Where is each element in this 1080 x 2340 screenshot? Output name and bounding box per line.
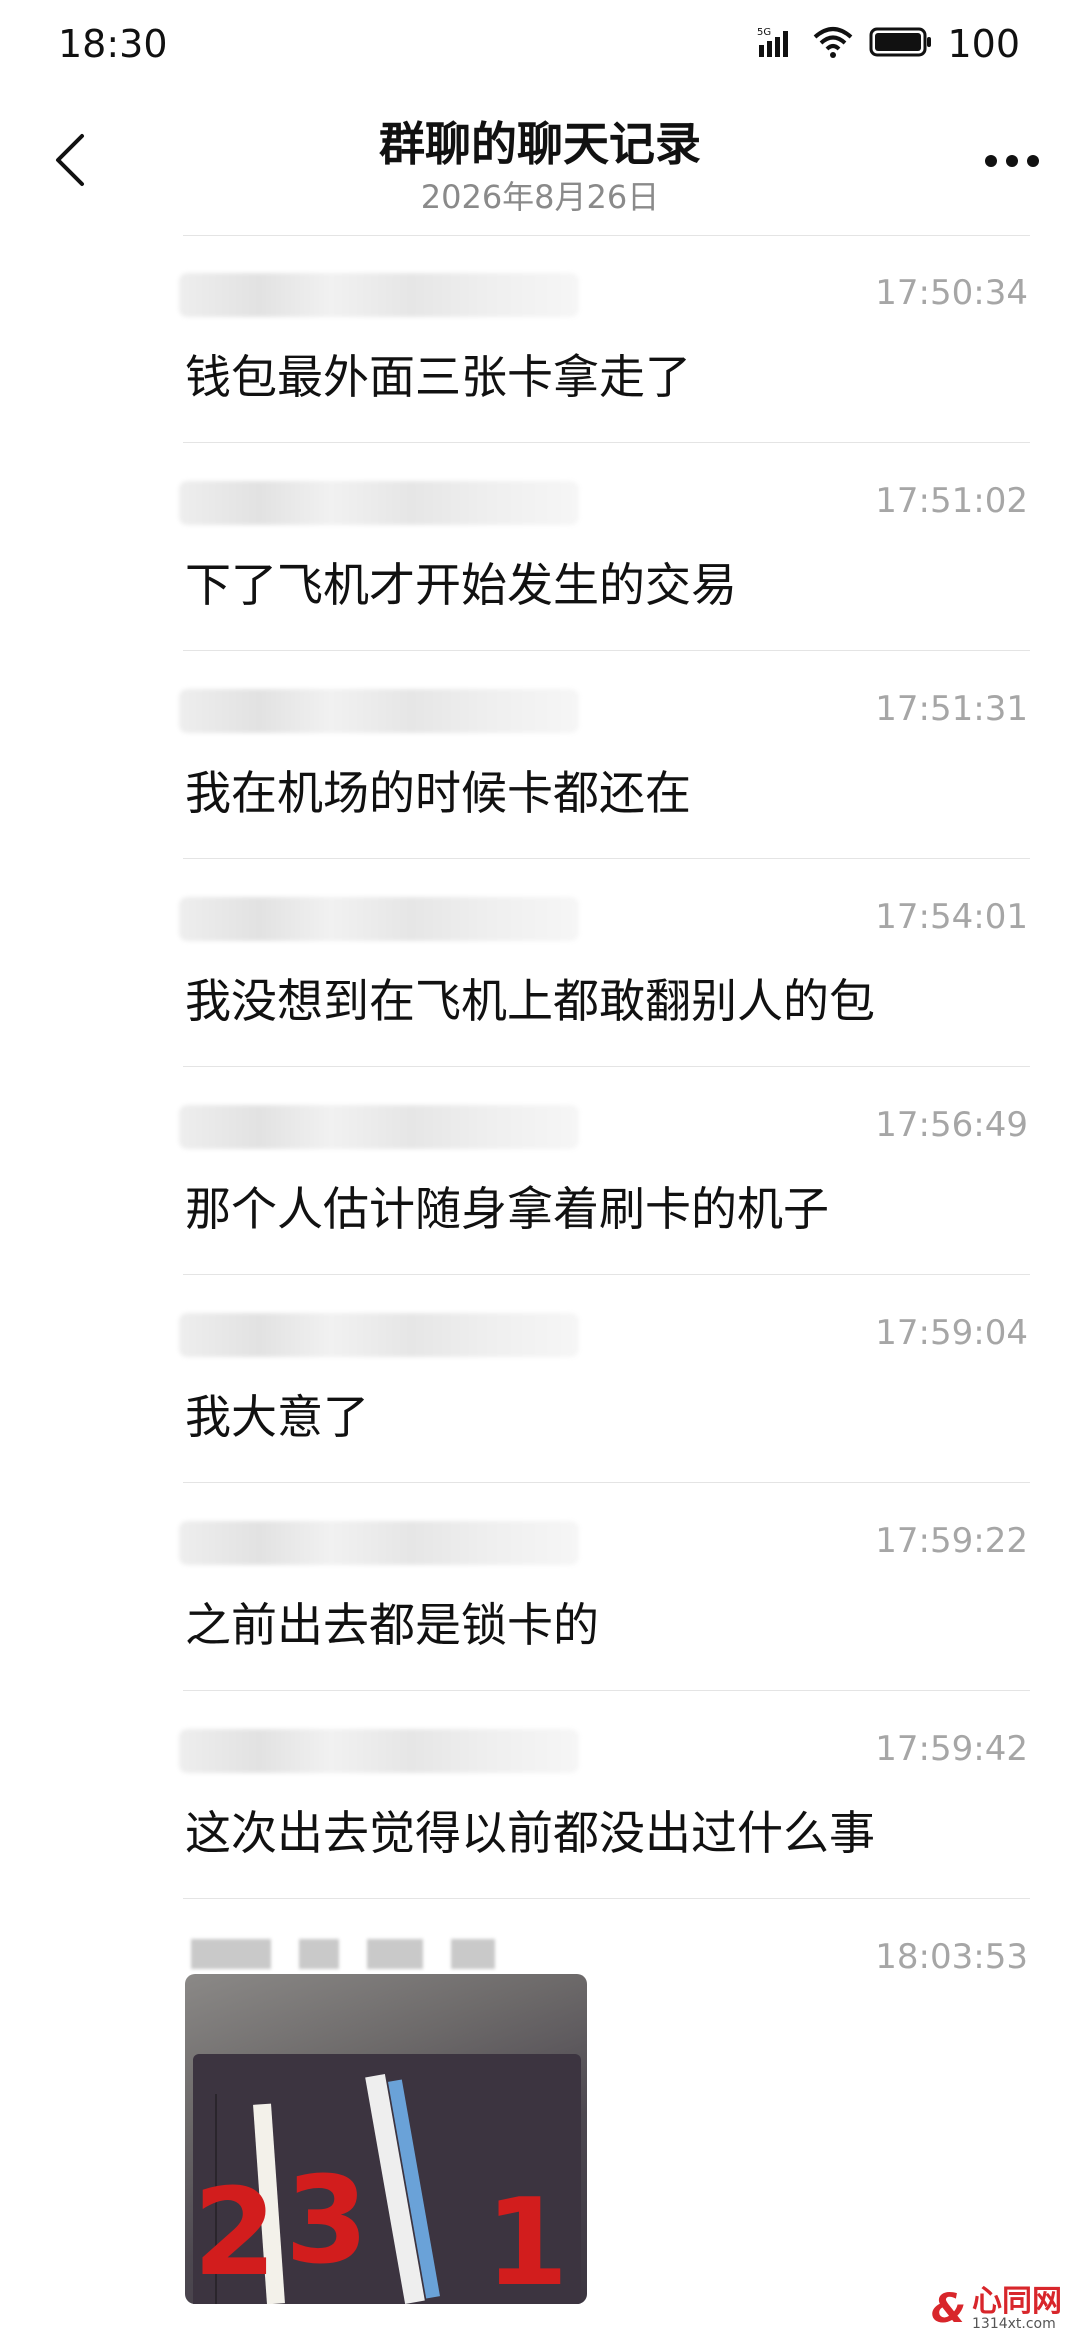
photo-label: 2 <box>193 2164 277 2303</box>
message-text: 这次出去觉得以前都没出过什么事 <box>185 1806 875 1860</box>
watermark-url: 1314xt.com <box>972 2316 1056 2332</box>
battery-icon <box>869 25 933 63</box>
message-item[interactable]: 17:56:49 那个人估计随身拿着刷卡的机子 <box>179 1067 1030 1275</box>
sender-name-blurred <box>179 689 579 733</box>
message-time: 17:51:02 <box>875 481 1028 521</box>
message-time: 17:54:01 <box>875 897 1028 937</box>
nav-bar: 群聊的聊天记录 2026年8月26日 <box>0 90 1080 235</box>
message-text: 下了飞机才开始发生的交易 <box>185 558 737 612</box>
signal-5g-icon: 5G <box>757 25 797 63</box>
watermark-logo: & <box>931 2286 966 2332</box>
more-dots-icon <box>985 155 1039 167</box>
message-text: 那个人估计随身拿着刷卡的机子 <box>185 1182 829 1236</box>
message-item[interactable]: 17:59:04 我大意了 <box>179 1275 1030 1483</box>
sender-name-blurred <box>179 1729 579 1773</box>
more-button[interactable] <box>972 126 1052 196</box>
message-time: 17:59:42 <box>875 1729 1028 1769</box>
status-icons: 5G 100 <box>757 22 1020 66</box>
sender-name-blurred <box>179 1521 579 1565</box>
wallet-photo[interactable]: 2 3 1 <box>185 1974 587 2304</box>
message-text: 钱包最外面三张卡拿走了 <box>185 350 691 404</box>
sender-name-blurred <box>179 1313 579 1357</box>
message-item[interactable]: 17:59:42 这次出去觉得以前都没出过什么事 <box>179 1691 1030 1899</box>
message-item[interactable]: 17:51:02 下了飞机才开始发生的交易 <box>179 443 1030 651</box>
message-text: 我大意了 <box>185 1390 369 1444</box>
message-text: 之前出去都是锁卡的 <box>185 1598 599 1652</box>
sender-name-blurred <box>191 1939 495 1969</box>
message-time: 17:51:31 <box>875 689 1028 729</box>
message-time: 18:03:53 <box>875 1937 1028 1977</box>
photo-label: 3 <box>285 2152 369 2291</box>
message-time: 17:50:34 <box>875 273 1028 313</box>
message-text: 我没想到在飞机上都敢翻别人的包 <box>185 974 875 1028</box>
status-time: 18:30 <box>58 22 168 66</box>
message-item[interactable]: 17:51:31 我在机场的时候卡都还在 <box>179 651 1030 859</box>
watermark-name: 心同网 <box>972 2284 1062 2319</box>
sender-name-blurred <box>179 273 579 317</box>
site-watermark: & 心同网 1314xt.com <box>931 2286 1062 2332</box>
message-time: 17:59:22 <box>875 1521 1028 1561</box>
message-item[interactable]: 17:54:01 我没想到在飞机上都敢翻别人的包 <box>179 859 1030 1067</box>
page-title: 群聊的聊天记录 <box>379 117 701 171</box>
sender-name-blurred <box>179 481 579 525</box>
battery-level: 100 <box>947 22 1020 66</box>
photo-label: 1 <box>485 2174 569 2304</box>
page-date: 2026年8月26日 <box>420 178 660 216</box>
message-text: 我在机场的时候卡都还在 <box>185 766 691 820</box>
message-time: 17:59:04 <box>875 1313 1028 1353</box>
svg-text:5G: 5G <box>757 27 771 38</box>
message-time: 17:56:49 <box>875 1105 1028 1145</box>
sender-name-blurred <box>179 1105 579 1149</box>
wifi-icon <box>811 25 855 63</box>
image-message-item[interactable]: 18:03:53 2 3 1 <box>183 1899 1030 2304</box>
status-bar: 18:30 5G 100 <box>0 0 1080 90</box>
sender-name-blurred <box>179 897 579 941</box>
message-item[interactable]: 17:50:34 钱包最外面三张卡拿走了 <box>179 235 1030 443</box>
message-item[interactable]: 17:59:22 之前出去都是锁卡的 <box>179 1483 1030 1691</box>
